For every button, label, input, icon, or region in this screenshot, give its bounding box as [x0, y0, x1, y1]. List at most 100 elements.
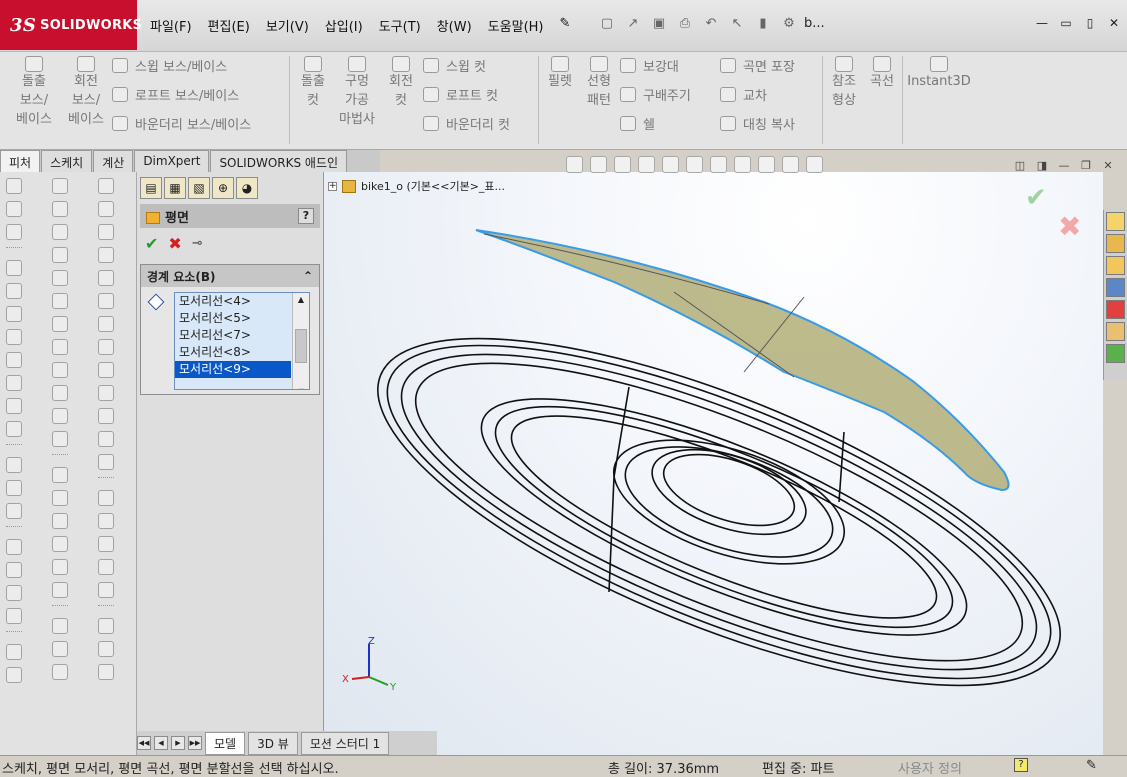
confirmation-cancel-icon[interactable]: ✖	[1058, 210, 1081, 243]
print-icon[interactable]: ⎙	[674, 12, 696, 34]
tool-icon[interactable]	[6, 224, 22, 240]
tool-icon[interactable]	[52, 582, 68, 598]
minimize-icon[interactable]: —	[1033, 14, 1051, 32]
property-manager-icon[interactable]: ▦	[164, 177, 186, 199]
menu-edit[interactable]: 편집(E)	[200, 14, 258, 37]
units-custom[interactable]: 사용자 정의	[898, 758, 962, 777]
tool-icon[interactable]	[98, 513, 114, 529]
tool-icon[interactable]	[6, 201, 22, 217]
feature-manager-icon[interactable]: ▤	[140, 177, 162, 199]
tool-icon[interactable]	[52, 224, 68, 240]
tool-icon[interactable]	[6, 480, 22, 496]
tab-3d-view[interactable]: 3D 뷰	[248, 731, 298, 755]
list-item[interactable]: 모서리선<5>	[175, 310, 291, 327]
tool-icon[interactable]	[98, 224, 114, 240]
extrude-boss-button[interactable]: 돌출 보스/ 베이스	[8, 52, 60, 129]
tab-features[interactable]: 피처	[0, 150, 41, 172]
tool-icon[interactable]	[52, 559, 68, 575]
cancel-x-icon[interactable]: ✖	[168, 234, 181, 253]
tool-icon[interactable]	[6, 608, 22, 624]
tool-icon[interactable]	[52, 641, 68, 657]
scroll-down-icon[interactable]: ▼	[293, 385, 309, 389]
options-icon[interactable]: ⚙	[778, 12, 800, 34]
ok-check-icon[interactable]: ✔	[145, 234, 158, 253]
collapse-icon[interactable]: ⌃	[303, 269, 313, 283]
loft-cut-button[interactable]: 로프트 컷	[423, 85, 498, 104]
next-tab-icon[interactable]: ▶	[171, 736, 185, 750]
boundary-boss-button[interactable]: 바운더리 보스/베이스	[112, 114, 251, 133]
hide-show-items-icon[interactable]	[734, 156, 751, 173]
fillet-button[interactable]: 필렛	[542, 52, 578, 91]
view-settings-icon[interactable]	[806, 156, 823, 173]
tool-icon[interactable]	[6, 260, 22, 276]
list-item[interactable]: 모서리선<7>	[175, 327, 291, 344]
instant3d-button[interactable]: Instant3D	[906, 52, 972, 91]
solidworks-logo[interactable]: 3S SOLIDWORKS	[0, 0, 142, 50]
close-icon[interactable]: ✕	[1105, 14, 1123, 32]
tool-icon[interactable]	[98, 641, 114, 657]
hole-wizard-button[interactable]: 구멍 가공 마법사	[333, 52, 381, 129]
tool-icon[interactable]	[98, 490, 114, 506]
select-icon[interactable]: ↖	[726, 12, 748, 34]
list-item[interactable]: 모서리선<4>	[175, 293, 291, 310]
tool-icon[interactable]	[52, 247, 68, 263]
tool-icon[interactable]	[98, 536, 114, 552]
forum-icon[interactable]	[1106, 344, 1125, 363]
tool-icon[interactable]	[6, 562, 22, 578]
tool-icon[interactable]	[98, 618, 114, 634]
previous-view-icon[interactable]	[614, 156, 631, 173]
tool-icon[interactable]	[98, 293, 114, 309]
mirror-button[interactable]: 대칭 복사	[720, 114, 795, 133]
tool-icon[interactable]	[52, 664, 68, 680]
tag-icon[interactable]: ✎	[1086, 758, 1097, 773]
resources-icon[interactable]	[1106, 234, 1125, 253]
tab-dimxpert[interactable]: DimXpert	[134, 150, 210, 172]
tool-icon[interactable]	[52, 431, 68, 447]
tool-icon[interactable]	[6, 283, 22, 299]
tool-icon[interactable]	[52, 467, 68, 483]
extrude-cut-button[interactable]: 돌출 컷	[293, 52, 333, 110]
tool-icon[interactable]	[52, 536, 68, 552]
list-scrollbar[interactable]: ▲ ▼	[292, 293, 309, 389]
menu-window[interactable]: 창(W)	[429, 14, 480, 37]
tool-icon[interactable]	[52, 490, 68, 506]
appearances-icon[interactable]	[1106, 300, 1125, 319]
apply-scene-icon[interactable]	[782, 156, 799, 173]
intersect-button[interactable]: 교차	[720, 85, 767, 104]
tool-icon[interactable]	[6, 667, 22, 683]
last-tab-icon[interactable]: ▶▶	[188, 736, 202, 750]
tool-icon[interactable]	[6, 457, 22, 473]
tool-icon[interactable]	[6, 585, 22, 601]
new-document-icon[interactable]: ▢	[596, 12, 618, 34]
list-item[interactable]: 모서리선<8>	[175, 344, 291, 361]
viewport-close-icon[interactable]: ✕	[1101, 158, 1115, 172]
sweep-boss-button[interactable]: 스윕 보스/베이스	[112, 56, 227, 75]
dynamic-annotation-icon[interactable]	[662, 156, 679, 173]
reference-geometry-button[interactable]: 참조 형상	[826, 52, 862, 110]
tool-icon[interactable]	[52, 201, 68, 217]
graphics-viewport[interactable]: Z Y X + bike1_o (기본<<기본>_표...	[324, 172, 1103, 755]
split-view-icon[interactable]: ◫	[1013, 158, 1027, 172]
wrap-button[interactable]: 곡면 포장	[720, 56, 795, 75]
flyout-feature-tree[interactable]: + bike1_o (기본<<기본>_표...	[328, 178, 505, 194]
help-icon[interactable]: ?	[1014, 758, 1028, 772]
boundary-entities-list[interactable]: 모서리선<4> 모서리선<5> 모서리선<7> 모서리선<8> 모서리선<9> …	[174, 292, 310, 390]
configuration-manager-icon[interactable]: ▧	[188, 177, 210, 199]
tool-icon[interactable]	[52, 339, 68, 355]
tool-icon[interactable]	[98, 339, 114, 355]
tool-icon[interactable]	[52, 408, 68, 424]
open-icon[interactable]: ↗	[622, 12, 644, 34]
menu-tools[interactable]: 도구(T)	[371, 14, 429, 37]
menu-insert[interactable]: 삽입(I)	[317, 14, 371, 37]
scroll-thumb[interactable]	[295, 329, 307, 363]
linear-pattern-button[interactable]: 선형 패턴	[580, 52, 618, 110]
prev-tab-icon[interactable]: ◀	[154, 736, 168, 750]
tool-icon[interactable]	[98, 316, 114, 332]
display-manager-icon[interactable]: ◕	[236, 177, 258, 199]
curves-button[interactable]: 곡선	[864, 52, 900, 91]
shell-button[interactable]: 쉘	[620, 114, 655, 133]
tool-icon[interactable]	[52, 362, 68, 378]
home-icon[interactable]	[1106, 212, 1125, 231]
list-item-selected[interactable]: 모서리선<9>	[175, 361, 291, 378]
viewport-minimize-icon[interactable]: —	[1057, 158, 1071, 172]
